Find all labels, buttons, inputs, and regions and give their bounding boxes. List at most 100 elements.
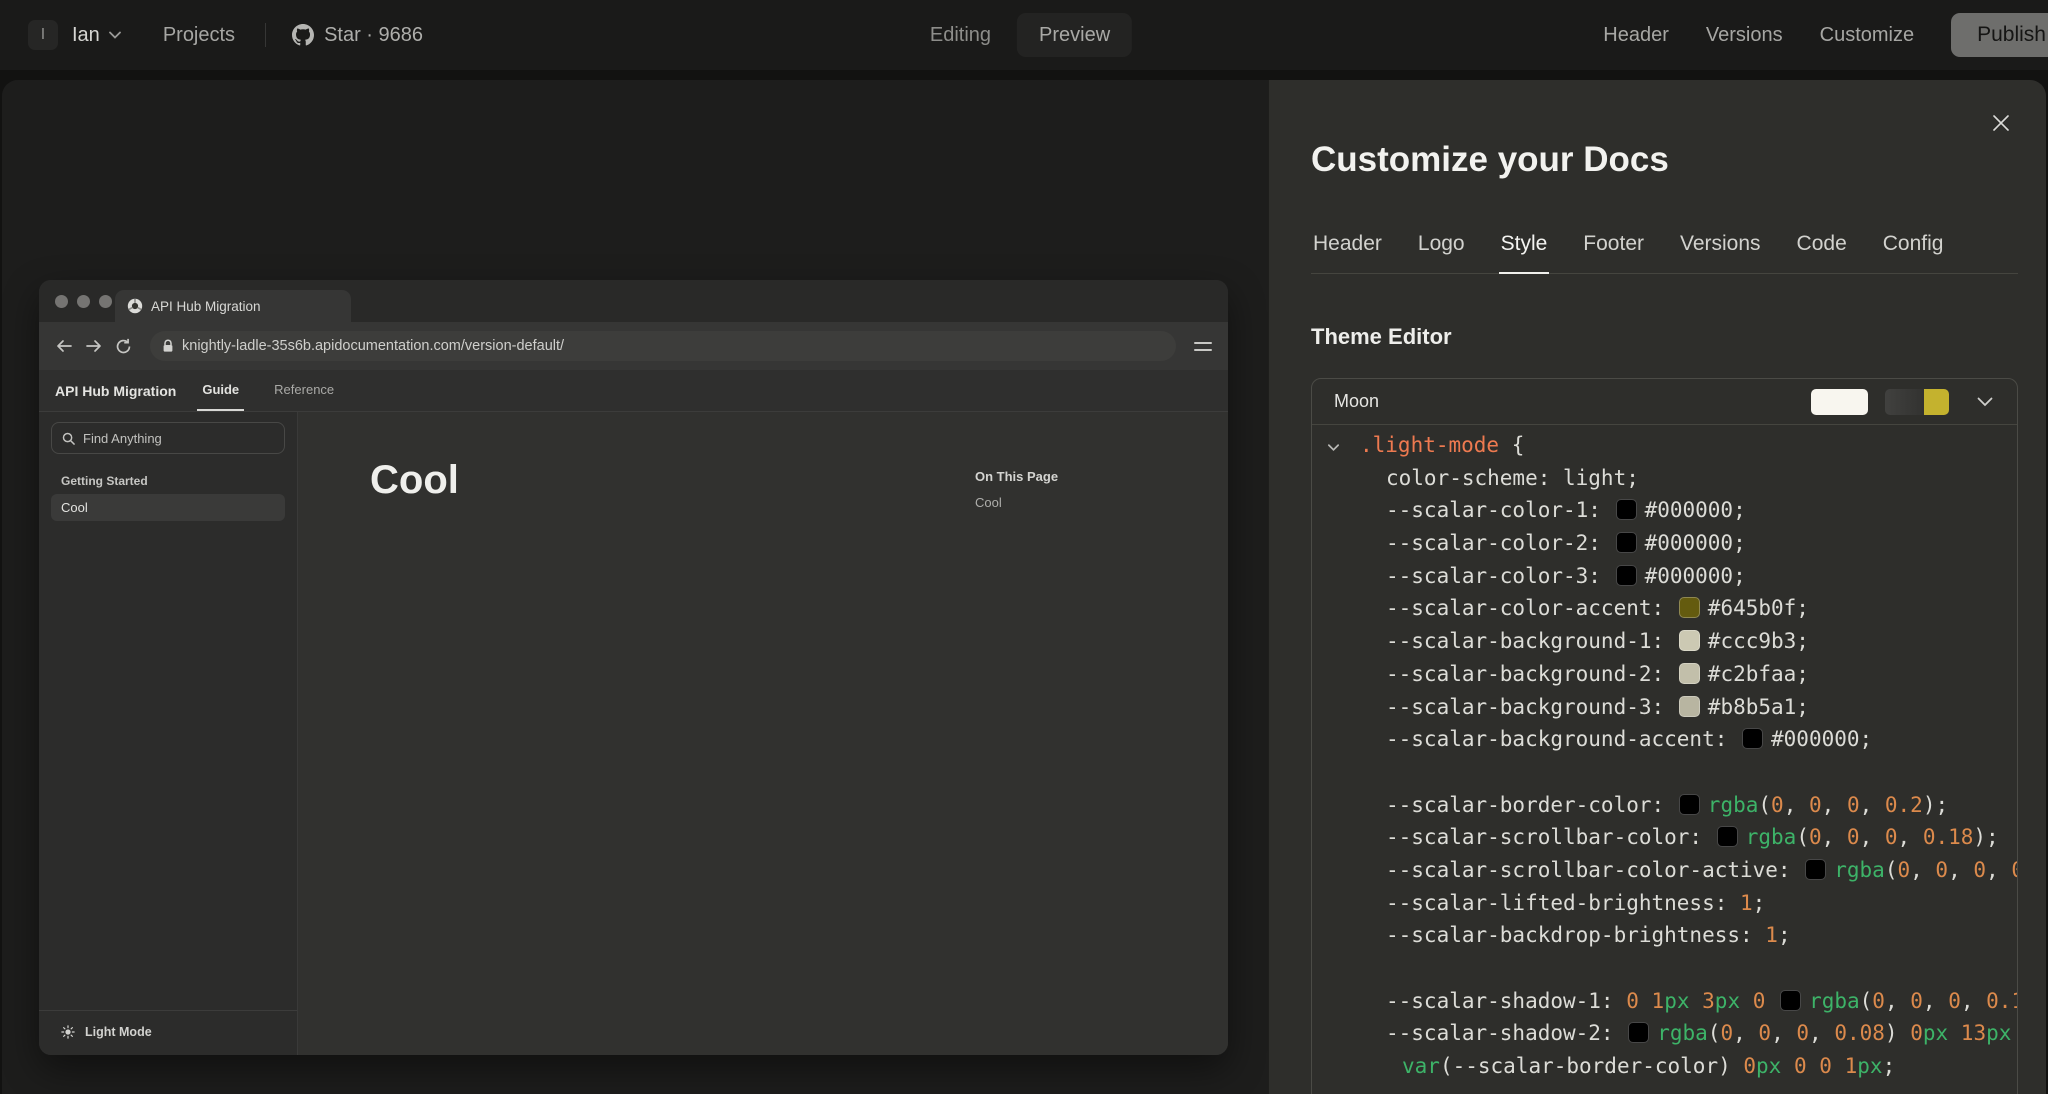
code-token: 13 [1961,1021,1986,1045]
panel-tabs: Header Logo Style Footer Versions Code Config [1311,232,2018,274]
reload-icon[interactable] [115,338,132,355]
theme-light-swatch [1811,389,1868,415]
panel-tab-logo[interactable]: Logo [1416,232,1467,273]
toc-item[interactable]: Cool [975,495,1058,510]
workspace-logo[interactable]: I [28,20,58,50]
panel-tab-header[interactable]: Header [1311,232,1384,273]
theme-select[interactable]: Moon [1312,379,2017,425]
docs-brand[interactable]: API Hub Migration [55,383,176,399]
code-token: ; [1778,923,1791,947]
main-shell: API Hub Migration knightly-ladle-35s6b.a… [2,80,2046,1094]
sidebar-item-cool[interactable]: Cool [51,494,285,521]
color-swatch[interactable] [1742,728,1763,749]
panel-tab-versions[interactable]: Versions [1678,232,1763,273]
docs-search-input[interactable]: Find Anything [51,422,285,454]
fold-chevron-icon[interactable] [1326,430,1360,463]
color-swatch[interactable] [1805,859,1826,880]
browser-tab[interactable]: API Hub Migration [115,290,351,322]
preview-area: API Hub Migration knightly-ladle-35s6b.a… [2,80,1268,1094]
panel-tab-config[interactable]: Config [1881,232,1946,273]
traffic-dot [77,295,90,308]
light-mode-label: Light Mode [85,1025,152,1039]
code-line: color-scheme: light; [1326,462,2017,495]
color-swatch[interactable] [1679,663,1700,684]
code-token: , [1948,858,1973,882]
mode-editing-button[interactable]: Editing [916,24,1005,47]
mode-preview-button[interactable]: Preview [1017,13,1132,57]
color-swatch[interactable] [1679,630,1700,651]
code-token [1832,1054,1845,1078]
color-swatch[interactable] [1616,565,1637,586]
code-line: var(--scalar-border-color) 0px 0 0 1px; [1326,1050,2017,1083]
code-token: , [1923,989,1948,1013]
code-token: 1 [1845,1054,1858,1078]
customize-link[interactable]: Customize [1820,24,1914,47]
code-token: --scalar-scrollbar-color: [1386,825,1715,849]
code-token: , [1822,793,1847,817]
panel-tab-footer[interactable]: Footer [1581,232,1646,273]
code-token: , [1860,793,1885,817]
color-swatch[interactable] [1628,1022,1649,1043]
code-token: #ccc9b3; [1708,629,1809,653]
code-token: #000000; [1645,498,1746,522]
code-token: ( [1758,793,1771,817]
code-token: #c2bfaa; [1708,662,1809,686]
code-line: --scalar-shadow-2: rgba(0, 0, 0, 0.08) 0… [1326,1017,2017,1050]
close-icon [1990,112,2012,134]
code-token: 3 [1702,989,1715,1013]
color-swatch[interactable] [1780,990,1801,1011]
docs-nav-reference[interactable]: Reference [269,370,339,411]
favicon-icon [127,298,143,314]
code-token: 0 [1809,793,1822,817]
url-bar[interactable]: knightly-ladle-35s6b.apidocumentation.co… [150,331,1176,361]
publish-button[interactable]: Publish [1951,13,2048,57]
code-token: , [1898,825,1923,849]
light-mode-toggle[interactable]: Light Mode [39,1010,297,1055]
code-line: --scalar-background-1: #ccc9b3; [1326,625,2017,658]
code-token: rgba [1657,1021,1708,1045]
panel-tab-code[interactable]: Code [1795,232,1849,273]
color-swatch[interactable] [1717,826,1738,847]
code-token: px [1715,989,1740,1013]
code-token [1781,1054,1794,1078]
close-button[interactable] [1988,110,2014,136]
workspace-menu[interactable]: Ian [72,24,121,47]
code-token: 0.36 [2011,858,2017,882]
theme-swatches [1811,389,1949,415]
code-token: --scalar-lifted-brightness: [1386,891,1740,915]
code-token: rgba [1834,858,1885,882]
github-star-link[interactable]: Star · 9686 [292,24,423,47]
traffic-dot [99,295,112,308]
url-text: knightly-ladle-35s6b.apidocumentation.co… [182,338,564,354]
header-link[interactable]: Header [1603,24,1669,47]
docs-toc: On This Page Cool [975,469,1058,510]
browser-menu-icon[interactable] [1194,342,1212,351]
back-icon[interactable] [55,338,73,354]
code-token: , [1860,825,1885,849]
search-icon [62,432,75,445]
code-line: --scalar-color-1: #000000; [1326,494,2017,527]
code-token: 1 [1652,989,1665,1013]
color-swatch[interactable] [1616,532,1637,553]
github-star-count: Star · 9686 [324,24,423,47]
window-traffic-lights [55,280,112,322]
code-token: --scalar-background-2: [1386,662,1677,686]
projects-link[interactable]: Projects [163,24,235,47]
code-token: --scalar-background-accent: [1386,727,1740,751]
theme-dark-swatch [1885,389,1949,415]
code-token: ); [1973,825,1998,849]
docs-body: Find Anything Getting Started Cool [39,412,1228,1055]
color-swatch[interactable] [1616,499,1637,520]
theme-css-editor[interactable]: .light-mode {color-scheme: light;--scala… [1312,425,2017,1083]
docs-page-title: Cool [370,458,1228,503]
color-swatch[interactable] [1679,696,1700,717]
code-token: --scalar-shadow-1: [1386,989,1626,1013]
code-token: ; [1753,891,1766,915]
code-token: 0 [1626,989,1639,1013]
forward-icon[interactable] [85,338,103,354]
docs-nav-guide[interactable]: Guide [197,370,244,411]
panel-tab-style[interactable]: Style [1499,232,1550,273]
color-swatch[interactable] [1679,794,1700,815]
color-swatch[interactable] [1679,597,1700,618]
versions-link[interactable]: Versions [1706,24,1783,47]
